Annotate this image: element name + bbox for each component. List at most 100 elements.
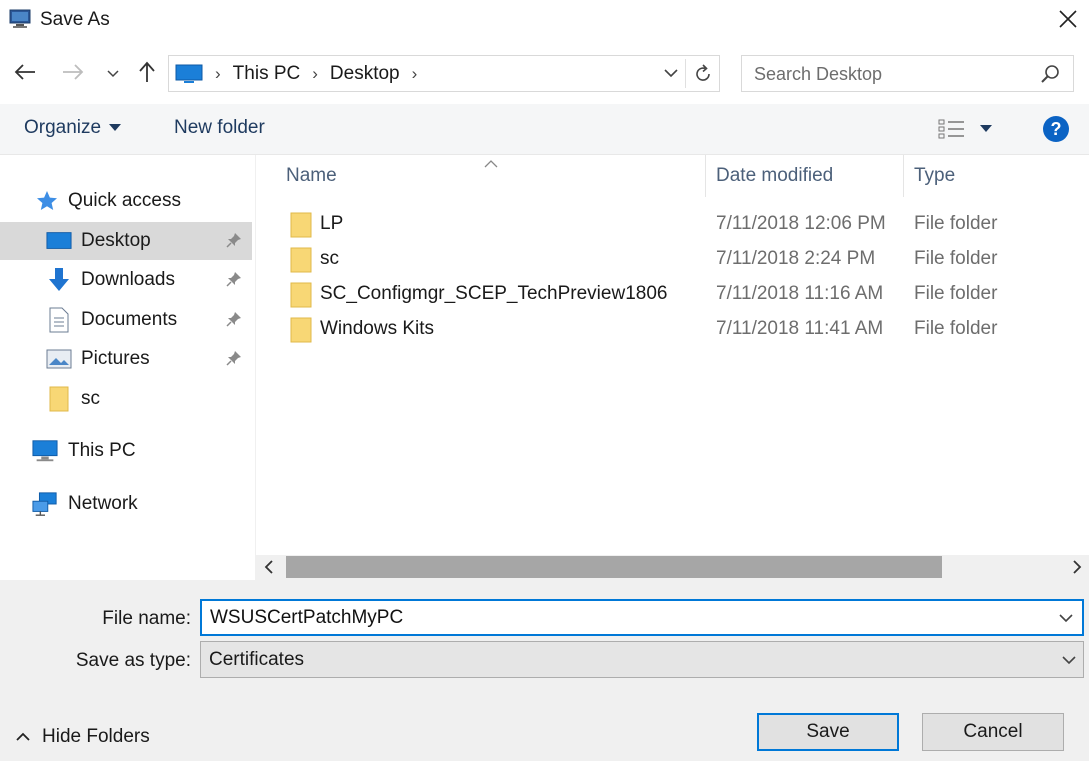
- nav-item-desktop[interactable]: Desktop: [0, 222, 252, 260]
- file-name: Windows Kits: [320, 318, 435, 339]
- file-row[interactable]: SC_Configmgr_SCEP_TechPreview1806 7/11/2…: [286, 277, 1056, 311]
- file-row[interactable]: Windows Kits 7/11/2018 11:41 AM File fol…: [286, 312, 1056, 346]
- divider: [685, 59, 686, 88]
- help-button[interactable]: ?: [1042, 115, 1070, 148]
- nav-item-this-pc[interactable]: This PC: [0, 432, 252, 470]
- cancel-button[interactable]: Cancel: [922, 713, 1064, 751]
- column-header-type[interactable]: Type: [914, 165, 955, 187]
- horizontal-scrollbar[interactable]: [256, 555, 1089, 580]
- nav-label: Desktop: [81, 230, 151, 251]
- command-bar: Organize New folder ?: [0, 104, 1089, 155]
- close-button[interactable]: [1050, 4, 1086, 38]
- file-type: File folder: [914, 213, 998, 234]
- arrow-right-icon: [62, 63, 84, 86]
- arrow-up-icon: [138, 61, 156, 88]
- back-button[interactable]: [8, 58, 42, 90]
- nav-item-network[interactable]: Network: [0, 485, 252, 523]
- address-dropdown-button[interactable]: [663, 65, 679, 86]
- folder-icon: [290, 317, 312, 349]
- folder-icon: [290, 282, 312, 314]
- new-folder-button[interactable]: New folder: [174, 117, 265, 139]
- scroll-left-button[interactable]: [264, 560, 274, 579]
- scroll-right-button[interactable]: [1072, 560, 1082, 579]
- navigation-pane: Quick access Desktop Downloads Documents: [0, 155, 256, 580]
- file-list: Name Date modified Type LP 7/11/2018 12:…: [256, 155, 1089, 555]
- document-icon: [46, 307, 72, 333]
- nav-label: Pictures: [81, 348, 150, 369]
- nav-item-pictures[interactable]: Pictures: [0, 340, 252, 378]
- arrow-left-icon: [14, 63, 36, 86]
- svg-text:?: ?: [1051, 119, 1062, 139]
- breadcrumb: › This PC › Desktop ›: [175, 56, 429, 91]
- download-arrow-icon: [46, 267, 72, 293]
- chevron-right-icon: ›: [312, 63, 318, 83]
- refresh-button[interactable]: [693, 64, 713, 89]
- file-name-input[interactable]: [210, 606, 1030, 630]
- nav-label: sc: [81, 388, 100, 409]
- file-date: 7/11/2018 11:16 AM: [716, 283, 884, 304]
- nav-label: Quick access: [68, 190, 181, 211]
- pin-icon: [226, 271, 242, 293]
- breadcrumb-this-pc[interactable]: This PC: [233, 63, 301, 85]
- view-options-button[interactable]: [938, 118, 992, 140]
- nav-item-quick-access[interactable]: Quick access: [0, 182, 252, 220]
- pin-icon: [226, 311, 242, 333]
- save-button[interactable]: Save: [757, 713, 899, 751]
- organize-button[interactable]: Organize: [24, 117, 122, 139]
- file-row[interactable]: sc 7/11/2018 2:24 PM File folder: [286, 242, 1056, 276]
- save-as-type-select[interactable]: Certificates: [200, 641, 1084, 678]
- column-divider[interactable]: [903, 155, 904, 197]
- hide-folders-button[interactable]: Hide Folders: [16, 726, 150, 748]
- caret-down-icon: [109, 124, 122, 132]
- recent-locations-button[interactable]: [102, 60, 124, 88]
- search-icon: [1040, 64, 1060, 89]
- new-folder-label: New folder: [174, 117, 265, 138]
- file-type: File folder: [914, 283, 998, 304]
- file-name-field[interactable]: [200, 599, 1084, 636]
- save-as-type-value: Certificates: [209, 649, 305, 670]
- chevron-down-icon: [107, 65, 119, 83]
- search-box[interactable]: [741, 55, 1074, 92]
- save-as-type-label: Save as type:: [75, 650, 191, 671]
- organize-label: Organize: [24, 117, 102, 138]
- file-name: sc: [320, 248, 339, 269]
- close-icon: [1058, 9, 1078, 34]
- folder-icon: [46, 386, 72, 412]
- chevron-right-icon: ›: [215, 63, 221, 83]
- computer-icon: [32, 438, 58, 464]
- nav-item-documents[interactable]: Documents: [0, 301, 252, 339]
- chevron-up-icon: [16, 732, 30, 742]
- details-view-icon: [938, 118, 966, 140]
- folder-icon: [290, 247, 312, 279]
- forward-button[interactable]: [56, 58, 90, 90]
- nav-label: Downloads: [81, 269, 175, 290]
- column-header-name[interactable]: Name: [286, 165, 337, 187]
- folder-icon: [290, 212, 312, 244]
- nav-item-downloads[interactable]: Downloads: [0, 261, 252, 299]
- file-name-label: File name:: [102, 608, 191, 629]
- scrollbar-thumb[interactable]: [286, 556, 942, 578]
- star-icon: [34, 188, 60, 214]
- app-icon: [9, 9, 31, 34]
- chevron-right-icon: ›: [411, 63, 418, 83]
- column-header-date[interactable]: Date modified: [716, 165, 833, 187]
- file-name: SC_Configmgr_SCEP_TechPreview1806: [320, 283, 668, 304]
- help-icon: ?: [1042, 116, 1070, 147]
- nav-label: This PC: [68, 440, 136, 461]
- computer-icon: [175, 63, 203, 85]
- hide-folders-label: Hide Folders: [42, 726, 150, 747]
- file-row[interactable]: LP 7/11/2018 12:06 PM File folder: [286, 207, 1056, 241]
- address-bar[interactable]: › This PC › Desktop ›: [168, 55, 720, 92]
- desktop-icon: [46, 228, 72, 254]
- search-input[interactable]: [754, 63, 1034, 85]
- nav-label: Network: [68, 493, 138, 514]
- chevron-down-icon[interactable]: [1058, 610, 1074, 631]
- file-date: 7/11/2018 11:41 AM: [716, 318, 884, 339]
- breadcrumb-desktop[interactable]: Desktop: [330, 63, 400, 85]
- caret-down-icon: [980, 125, 992, 133]
- file-date: 7/11/2018 12:06 PM: [716, 213, 886, 234]
- up-button[interactable]: [132, 58, 162, 90]
- nav-label: Documents: [81, 309, 178, 330]
- column-divider[interactable]: [705, 155, 706, 197]
- nav-item-sc[interactable]: sc: [0, 380, 252, 418]
